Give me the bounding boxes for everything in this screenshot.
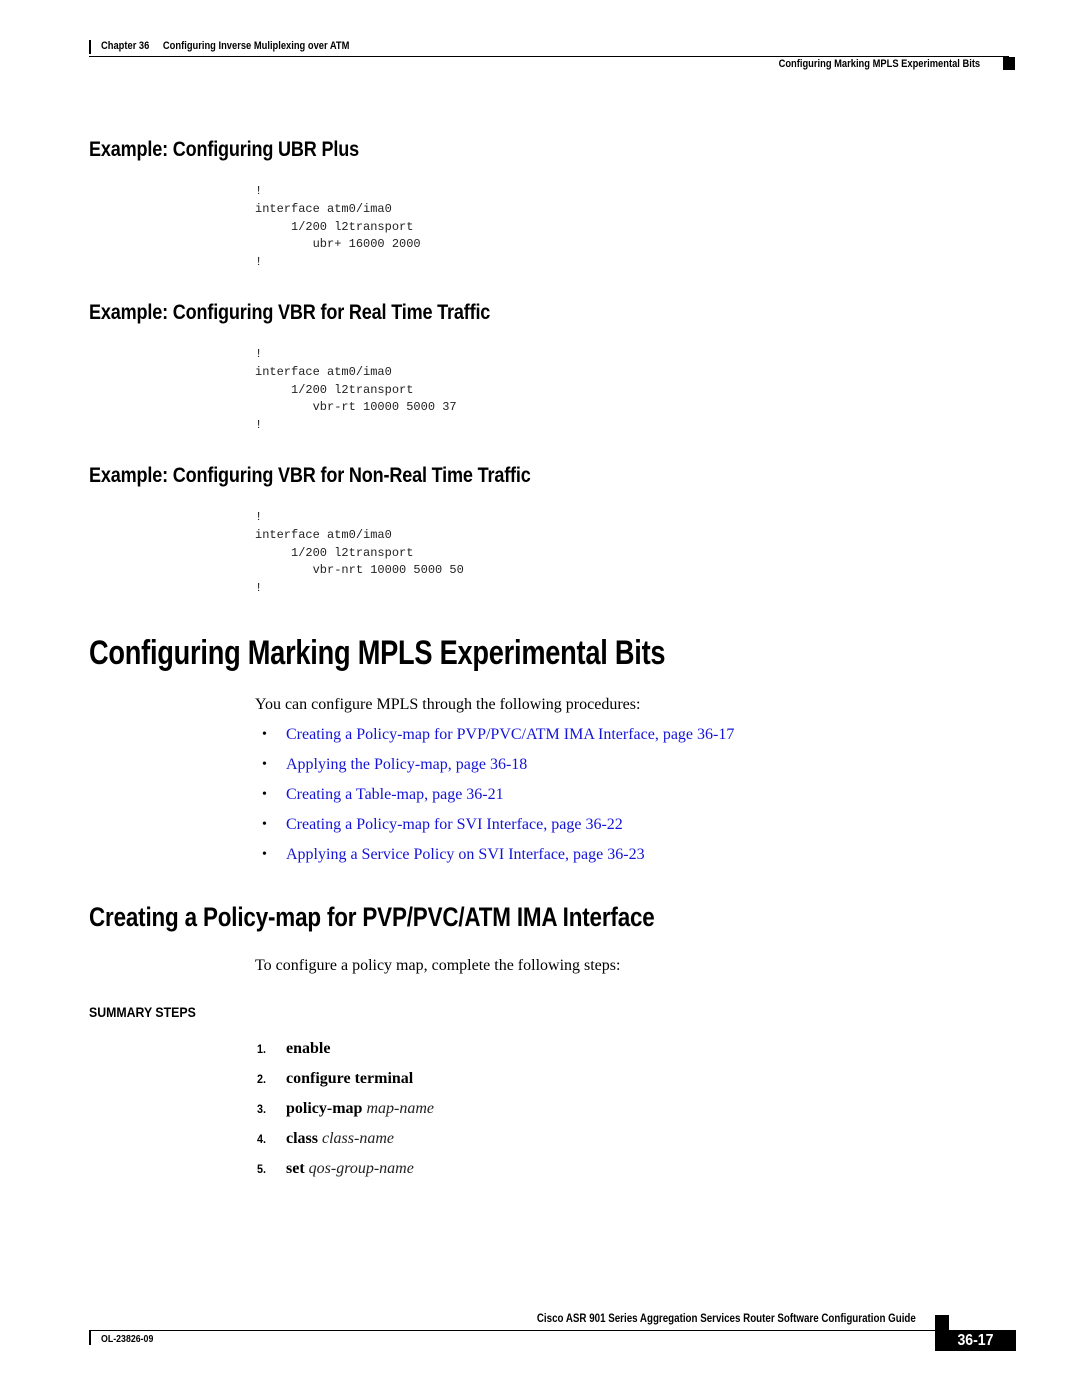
- footer-rule: [89, 1330, 935, 1331]
- step-command: configure terminal: [286, 1070, 414, 1087]
- summary-steps-list: 1. enable 2. configure terminal 3. policy-m…: [257, 1040, 434, 1190]
- header-section-title: Configuring Marking MPLS Experimental Bi…: [778, 58, 980, 70]
- procedure-link-list: • Creating a Policy-map for PVP/PVC/ATM I…: [262, 724, 734, 874]
- code-block-vbr-rt: ! interface atm0/ima0 1/200 l2transport …: [255, 347, 457, 433]
- footer-left-bar: [89, 1331, 91, 1345]
- step-number: 1.: [257, 1042, 267, 1056]
- link-service-policy-svi[interactable]: Applying a Service Policy on SVI Interfa…: [286, 844, 645, 866]
- heading-ubr-plus: Example: Configuring UBR Plus: [89, 138, 359, 161]
- step-command: enable: [286, 1040, 331, 1057]
- step-command: set: [286, 1160, 305, 1177]
- step-item: 5. set qos-group-name: [257, 1160, 434, 1190]
- step-number: 4.: [257, 1132, 267, 1146]
- list-item: • Creating a Table-map, page 36-21: [262, 784, 734, 814]
- chapter-title: Configuring Inverse Muliplexing over ATM: [162, 40, 350, 52]
- header-rule: [89, 56, 1009, 57]
- step-command: policy-map: [286, 1100, 363, 1117]
- list-item: • Applying a Service Policy on SVI Interf…: [262, 844, 734, 874]
- header-chapter: Chapter 36 Configuring Inverse Muliplexin…: [101, 40, 349, 52]
- summary-steps-heading: SUMMARY STEPS: [89, 1004, 196, 1020]
- link-applying-policy-map[interactable]: Applying the Policy-map, page 36-18: [286, 754, 527, 776]
- step-number: 3.: [257, 1102, 267, 1116]
- link-policy-map-svi[interactable]: Creating a Policy-map for SVI Interface,…: [286, 814, 623, 836]
- step-argument: qos-group-name: [308, 1160, 414, 1177]
- bullet-icon: •: [262, 757, 267, 772]
- footer-doc-number: OL-23826-09: [101, 1334, 154, 1345]
- step-number: 5.: [257, 1162, 267, 1176]
- step-item: 1. enable: [257, 1040, 434, 1070]
- step-item: 2. configure terminal: [257, 1070, 434, 1100]
- list-item: • Creating a Policy-map for SVI Interface…: [262, 814, 734, 844]
- heading-vbr-nrt: Example: Configuring VBR for Non-Real Ti…: [89, 464, 531, 487]
- header-marker-square: [1003, 57, 1015, 70]
- step-argument: map-name: [366, 1100, 434, 1117]
- header-left-bar: [89, 40, 91, 54]
- step-number: 2.: [257, 1072, 267, 1086]
- bullet-icon: •: [262, 847, 267, 862]
- mpls-intro-text: You can configure MPLS through the follo…: [255, 696, 641, 713]
- step-argument: class-name: [322, 1130, 394, 1147]
- step-command: class: [286, 1130, 318, 1147]
- heading-policy-map-pvp-pvc-atm: Creating a Policy-map for PVP/PVC/ATM IM…: [89, 902, 655, 932]
- bullet-icon: •: [262, 787, 267, 802]
- footer-guide-title: Cisco ASR 901 Series Aggregation Service…: [537, 1313, 916, 1325]
- chapter-label: Chapter 36: [101, 40, 150, 52]
- bullet-icon: •: [262, 817, 267, 832]
- link-creating-table-map[interactable]: Creating a Table-map, page 36-21: [286, 784, 504, 806]
- code-block-vbr-nrt: ! interface atm0/ima0 1/200 l2transport …: [255, 510, 464, 596]
- list-item: • Creating a Policy-map for PVP/PVC/ATM I…: [262, 724, 734, 754]
- bullet-icon: •: [262, 727, 267, 742]
- heading-vbr-rt: Example: Configuring VBR for Real Time T…: [89, 301, 491, 324]
- page-number: 36-17: [957, 1332, 994, 1349]
- code-block-ubr-plus: ! interface atm0/ima0 1/200 l2transport …: [255, 184, 421, 270]
- step-item: 4. class class-name: [257, 1130, 434, 1160]
- policy-map-intro-text: To configure a policy map, complete the …: [255, 957, 621, 974]
- heading-mpls-experimental-bits: Configuring Marking MPLS Experimental Bi…: [89, 634, 666, 672]
- footer-page-number-badge: 36-17: [935, 1330, 1016, 1351]
- step-item: 3. policy-map map-name: [257, 1100, 434, 1130]
- footer-marker-square: [935, 1315, 949, 1331]
- link-policy-map-pvp-pvc-atm[interactable]: Creating a Policy-map for PVP/PVC/ATM IM…: [286, 724, 734, 746]
- list-item: • Applying the Policy-map, page 36-18: [262, 754, 734, 784]
